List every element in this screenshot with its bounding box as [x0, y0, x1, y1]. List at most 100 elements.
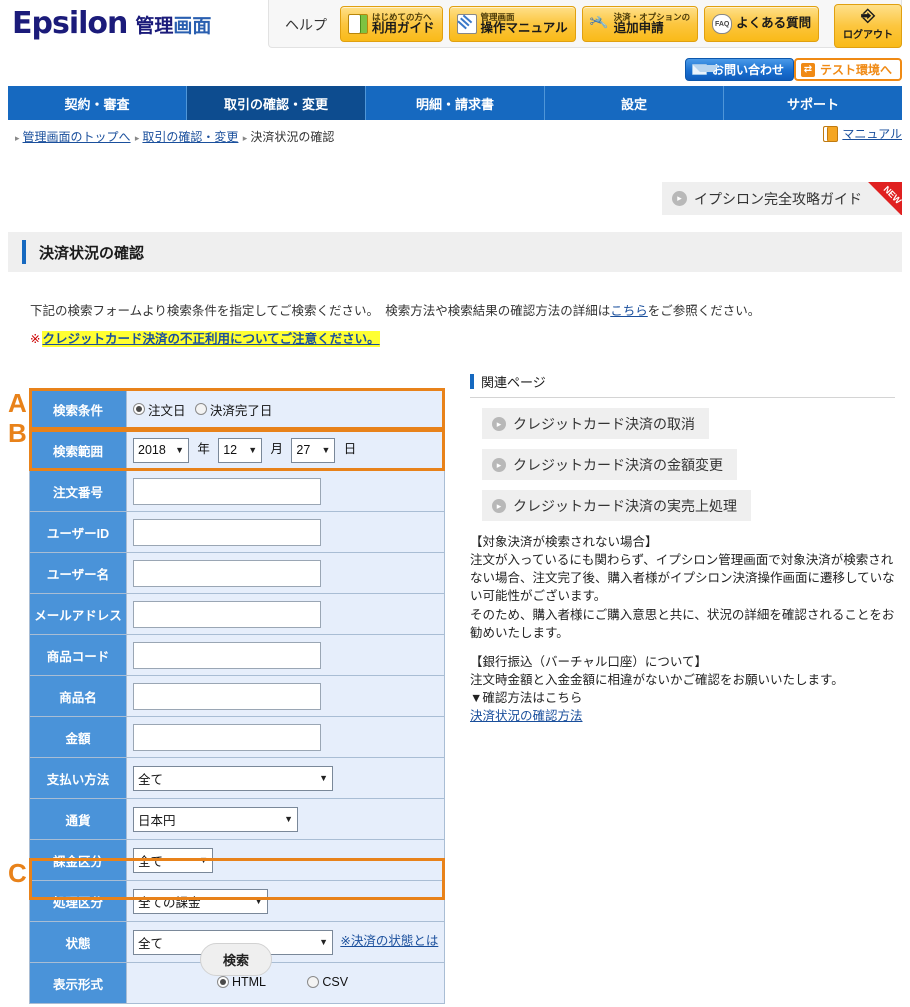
related-pages-panel: 関連ページ ▸ クレジットカード決済の取消 ▸ クレジットカード決済の金額変更 … — [470, 372, 895, 736]
field-user-name — [126, 552, 445, 594]
guide-button[interactable]: はじめての方へ 利用ガイド — [340, 6, 443, 42]
form-row-billing-type: 課金区分 全て ▼ — [29, 839, 445, 881]
radio-csv[interactable]: CSV — [307, 975, 348, 989]
logout-label: ログアウト — [843, 30, 893, 41]
tools-icon — [590, 12, 610, 34]
page-title: 決済状況の確認 — [39, 244, 145, 262]
day-select[interactable]: 27 ▼ — [291, 437, 336, 463]
logout-button[interactable]: ⎆ ログアウト — [834, 4, 902, 48]
marker-a: A — [8, 388, 27, 418]
order-number-input[interactable] — [133, 477, 321, 505]
process-type-select[interactable]: 全ての課金 ▼ — [133, 888, 268, 914]
billing-type-select[interactable]: 全て ▼ — [133, 847, 213, 873]
form-row-user-name: ユーザー名 — [29, 552, 445, 594]
operation-manual-button[interactable]: 管理画面 操作マニュアル — [448, 6, 576, 42]
payment-method-select[interactable]: 全て ▼ — [133, 765, 333, 791]
form-row-currency: 通貨 日本円 ▼ — [29, 798, 445, 840]
radio-icon-off — [194, 403, 207, 415]
email-input[interactable] — [133, 600, 321, 628]
nav-item-support[interactable]: サポート — [724, 86, 902, 120]
form-row-process-type: 処理区分 全ての課金 ▼ — [29, 880, 445, 922]
currency-select[interactable]: 日本円 ▼ — [133, 806, 298, 832]
test-environment-button[interactable]: ⇄ テスト環境へ — [793, 58, 902, 81]
confirm-method-link[interactable]: 決済状況の確認方法 — [470, 709, 583, 723]
epsilon-logo[interactable]: Epsilon 管理画面 — [12, 9, 211, 39]
search-button[interactable]: 検索 — [200, 943, 272, 976]
mail-icon — [691, 64, 719, 75]
fraud-warning-link[interactable]: クレジットカード決済の不正利用についてご注意ください。 — [42, 331, 380, 347]
nav-item-contract[interactable]: 契約・審査 — [8, 86, 187, 120]
related-info-text: 【対象決済が検索されない場合】 注文が入っているにも関わらず、イプシロン管理画面… — [470, 533, 895, 725]
logo-wordmark: Epsilon — [12, 6, 128, 41]
arrow-circle-icon: ▸ — [492, 498, 506, 513]
label-status: 状態 — [29, 921, 127, 963]
description-line: 下記の検索フォームより検索条件を指定してご検索ください。 検索方法や検索結果の確… — [30, 304, 761, 318]
complete-guide-label: イプシロン完全攻略ガイド — [694, 190, 862, 207]
product-name-input[interactable] — [133, 682, 321, 710]
breadcrumb-item-current: ▸ 決済状況の確認 — [242, 130, 335, 144]
field-product-name — [126, 675, 445, 717]
label-product-name: 商品名 — [29, 675, 127, 717]
form-row-product-name: 商品名 — [29, 675, 445, 717]
field-status: 全て ▼ ※決済の状態とは — [126, 921, 445, 963]
manual-link[interactable]: マニュアル — [823, 125, 902, 142]
related-link-capture[interactable]: ▸ クレジットカード決済の実売上処理 — [482, 490, 751, 521]
nav-item-statements[interactable]: 明細・請求書 — [366, 86, 545, 120]
month-unit: 月 — [270, 442, 284, 457]
radio-order-date[interactable]: 注文日 — [133, 400, 186, 419]
label-currency: 通貨 — [29, 798, 127, 840]
breadcrumb-item-transactions[interactable]: ▸ 取引の確認・変更 — [134, 128, 239, 145]
marker-b: B — [8, 418, 27, 448]
radio-icon-on — [133, 403, 145, 415]
complete-guide-banner[interactable]: ▸ イプシロン完全攻略ガイド NEW — [662, 182, 902, 215]
option-application-button[interactable]: 決済・オプションの追加申請 — [581, 6, 699, 42]
related-link-cancel[interactable]: ▸ クレジットカード決済の取消 — [482, 408, 709, 439]
nav-item-settings[interactable]: 設定 — [545, 86, 724, 120]
form-row-user-id: ユーザーID — [29, 511, 445, 553]
status-help-link[interactable]: ※決済の状態とは — [340, 934, 438, 948]
label-process-type: 処理区分 — [29, 880, 127, 922]
logout-door-icon: ⎆ — [861, 6, 875, 26]
amount-input[interactable] — [133, 723, 321, 751]
faq-icon: FAQ — [712, 14, 733, 34]
related-links-list: ▸ クレジットカード決済の取消 ▸ クレジットカード決済の金額変更 ▸ クレジッ… — [470, 408, 895, 521]
page-description: 下記の検索フォームより検索条件を指定してご検索ください。 検索方法や検索結果の確… — [30, 300, 890, 347]
label-output-format: 表示形式 — [29, 962, 127, 1004]
manual-link-label: マニュアル — [842, 127, 902, 141]
contact-button[interactable]: お問い合わせ — [684, 58, 794, 81]
site-header: Epsilon 管理画面 ヘルプ はじめての方へ 利用ガイド 管理画面 操作マニュア… — [0, 0, 910, 52]
field-currency: 日本円 ▼ — [126, 798, 445, 840]
year-select[interactable]: 2018 ▼ — [133, 437, 189, 463]
marker-c: C — [8, 858, 27, 888]
label-amount: 金額 — [29, 716, 127, 758]
form-row-payment-method: 支払い方法 全て ▼ — [29, 757, 445, 799]
radio-settlement-date[interactable]: 決済完了日 — [194, 400, 272, 419]
related-link-amount-change[interactable]: ▸ クレジットカード決済の金額変更 — [482, 449, 737, 480]
product-code-input[interactable] — [133, 641, 321, 669]
related-pages-title: 関連ページ — [481, 375, 546, 390]
contact-label: お問い合わせ — [711, 63, 784, 77]
user-id-input[interactable] — [133, 518, 321, 546]
label-billing-type: 課金区分 — [29, 839, 127, 881]
faq-button[interactable]: FAQ よくある質問 — [704, 6, 820, 42]
swap-icon: ⇄ — [800, 62, 815, 77]
pencil-note-icon — [456, 14, 477, 34]
radio-html[interactable]: HTML — [216, 975, 266, 989]
breadcrumb-item-top[interactable]: ▸ 管理画面のトップへ — [14, 128, 131, 145]
field-product-code — [126, 634, 445, 676]
label-order-number: 注文番号 — [29, 470, 127, 512]
label-payment-method: 支払い方法 — [29, 757, 127, 799]
utility-bar: お問い合わせ ⇄ テスト環境へ — [0, 52, 910, 86]
radio-icon-off — [307, 976, 320, 988]
label-user-id: ユーザーID — [29, 511, 127, 553]
page-title-band: 決済状況の確認 — [8, 232, 902, 272]
details-link[interactable]: こちら — [610, 304, 648, 318]
label-user-name: ユーザー名 — [29, 552, 127, 594]
header-button-group: はじめての方へ利用ガイド 管理画面操作マニュアル 決済・オプションの追加申請 F… — [340, 6, 820, 42]
field-output-format: HTML CSV — [126, 962, 445, 1004]
arrow-circle-icon: ▸ — [672, 191, 687, 206]
user-name-input[interactable] — [133, 559, 321, 587]
nav-item-transactions[interactable]: 取引の確認・変更 — [187, 86, 366, 120]
month-select[interactable]: 12 ▼ — [218, 437, 263, 463]
info-paragraph-bank-transfer: 【銀行振込（バーチャル口座）について】 注文時金額と入金金額に相違がないかご確認… — [470, 654, 844, 724]
